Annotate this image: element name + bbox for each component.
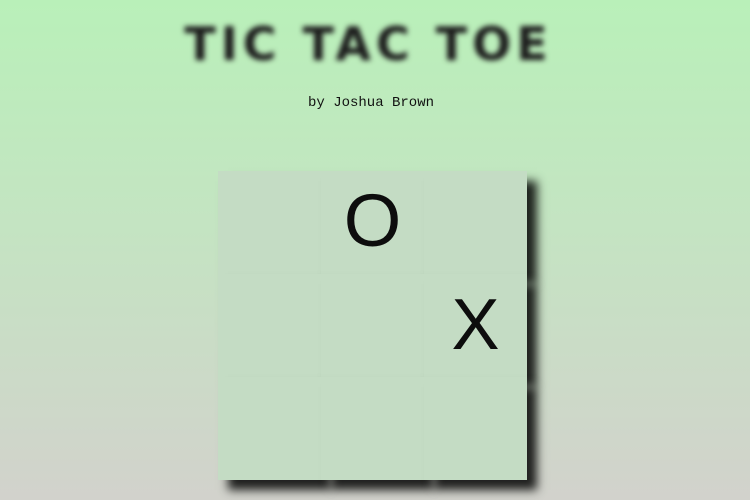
game-board: O X	[218, 171, 527, 480]
board-cell-6[interactable]: X	[424, 274, 527, 377]
author-byline: by Joshua Brown	[307, 95, 435, 111]
board-cell-9[interactable]	[424, 377, 527, 480]
board-cell-8[interactable]	[321, 377, 424, 480]
board-cell-5[interactable]	[321, 274, 424, 377]
board-cell-1[interactable]	[218, 171, 321, 274]
board-cell-3[interactable]	[424, 171, 527, 274]
board-cell-4[interactable]	[218, 274, 321, 377]
game-title: TIC TAC TOE	[184, 17, 553, 71]
board-cell-2[interactable]: O	[321, 171, 424, 274]
board-cell-7[interactable]	[218, 377, 321, 480]
